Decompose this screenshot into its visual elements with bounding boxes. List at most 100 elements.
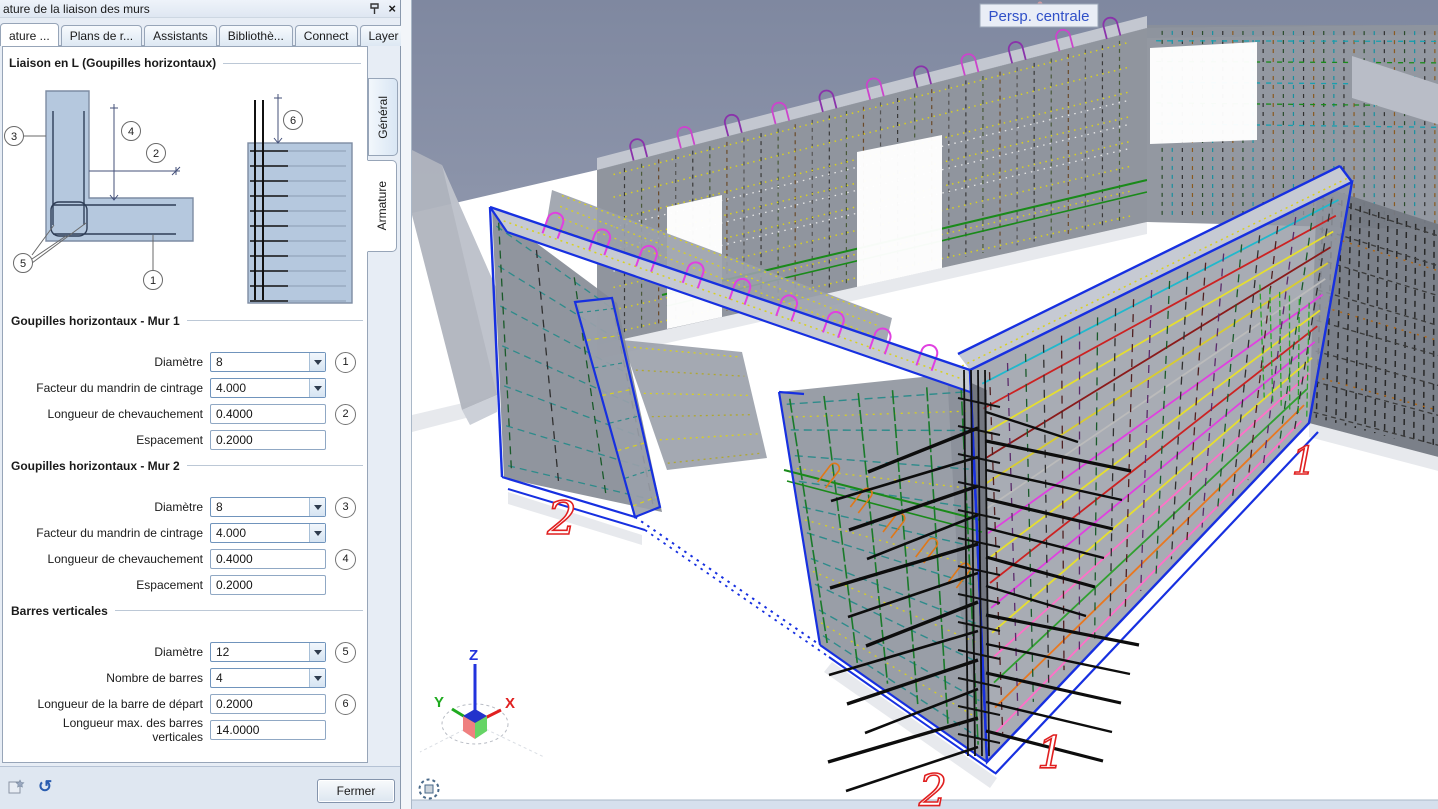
chevron-down-icon[interactable] — [309, 643, 325, 661]
svg-text:5: 5 — [20, 258, 26, 270]
axis-z-label: Z — [469, 647, 478, 664]
tab-ature[interactable]: ature ... — [0, 23, 59, 46]
tab-connect[interactable]: Connect — [295, 25, 358, 46]
diametre-mur2-label: Diamètre — [11, 500, 210, 514]
tab-assistants[interactable]: Assistants — [144, 25, 217, 46]
nombre-barres-combo[interactable]: 4 — [210, 668, 326, 688]
view-name-label: Persp. centrale — [980, 2, 1098, 28]
svg-text:4: 4 — [128, 126, 134, 138]
scene-3d — [412, 0, 1438, 800]
facteur-mandrin-mur2-combo[interactable]: 4.000 — [210, 523, 326, 543]
group-title: Goupilles horizontaux - Mur 2 — [11, 459, 180, 473]
tab-armature[interactable]: Armature — [367, 160, 397, 252]
diagram-callout: 2 — [147, 144, 166, 163]
chevron-down-icon[interactable] — [309, 353, 325, 371]
close-button[interactable]: Fermer — [317, 779, 395, 803]
diagram-callout: 4 — [122, 122, 141, 141]
armature-tab-page: Liaison en L (Goupilles horizontaux) — [2, 46, 368, 763]
section-label: 2 — [546, 491, 576, 545]
reinforcement-palette: ature de la liaison des murs × ature ...… — [0, 0, 401, 809]
longueur-chevauchement-mur1-input[interactable] — [210, 404, 326, 424]
svg-text:6: 6 — [290, 115, 296, 127]
diametre-barres-value: 12 — [211, 645, 309, 659]
group-goupilles-mur2: Goupilles horizontaux - Mur 2 Diamètre8 3 F… — [11, 458, 363, 601]
diametre-mur2-value: 8 — [211, 500, 309, 514]
diametre-barres-combo[interactable]: 12 — [210, 642, 326, 662]
callout-badge: 4 — [335, 549, 356, 570]
svg-text:1: 1 — [150, 275, 156, 287]
diametre-mur2-combo[interactable]: 8 — [210, 497, 326, 517]
group-title: Goupilles horizontaux - Mur 1 — [11, 314, 180, 328]
svg-text:2: 2 — [153, 148, 159, 160]
palette-footer: ↺ Fermer — [0, 766, 400, 809]
group-title: Barres verticales — [11, 604, 108, 618]
form-row: Espacement — [11, 575, 363, 595]
diametre-mur1-combo[interactable]: 8 — [210, 352, 326, 372]
longueur-chevauchement-mur2-label: Longueur de chevauchement — [11, 552, 210, 566]
espacement-mur1-label: Espacement — [11, 433, 210, 447]
viewport-3d[interactable]: 2 1 1 2 Persp. centrale — [412, 0, 1438, 809]
chevron-down-icon[interactable] — [309, 524, 325, 542]
svg-text:3: 3 — [11, 131, 17, 143]
facteur-mandrin-mur1-combo[interactable]: 4.000 — [210, 378, 326, 398]
diametre-mur1-label: Diamètre — [11, 355, 210, 369]
longueur-chevauchement-mur2-input[interactable] — [210, 549, 326, 569]
form-row: Nombre de barres4 — [11, 668, 363, 688]
form-row: Facteur du mandrin de cintrage4.000 — [11, 523, 363, 543]
tab-biblioth[interactable]: Bibliothè... — [219, 25, 293, 46]
callout-badge: 1 — [335, 352, 356, 373]
l-connection-diagram: 3 4 2 5 1 6 — [4, 73, 366, 313]
callout-badge: 3 — [335, 497, 356, 518]
facteur-mandrin-mur2-value: 4.000 — [211, 526, 309, 540]
longueur-chevauchement-mur1-label: Longueur de chevauchement — [11, 407, 210, 421]
nombre-barres-label: Nombre de barres — [11, 671, 210, 685]
longueur-barre-depart-label: Longueur de la barre de départ — [11, 697, 210, 711]
nombre-barres-value: 4 — [211, 671, 309, 685]
application-window: ature de la liaison des murs × ature ...… — [0, 0, 1438, 809]
diagram-callout: 1 — [144, 271, 163, 290]
palette-titlebar: ature de la liaison des murs × — [0, 0, 400, 18]
diametre-mur1-value: 8 — [211, 355, 309, 369]
chevron-down-icon[interactable] — [309, 379, 325, 397]
undo-icon[interactable]: ↺ — [38, 779, 52, 795]
facteur-mandrin-mur1-value: 4.000 — [211, 381, 309, 395]
longueur-max-barres-label: Longueur max. des barres verticales — [11, 716, 210, 744]
espacement-mur2-input[interactable] — [210, 575, 326, 595]
group-goupilles-mur1: Goupilles horizontaux - Mur 1 Diamètre8 1 F… — [11, 313, 363, 456]
facteur-mandrin-mur1-label: Facteur du mandrin de cintrage — [11, 381, 210, 395]
chevron-down-icon[interactable] — [309, 498, 325, 516]
longueur-max-barres-input[interactable] — [210, 720, 326, 740]
axis-y-label: Y — [434, 694, 444, 711]
form-row: Longueur de chevauchement 4 — [11, 549, 363, 569]
diagram-callout: 6 — [284, 111, 303, 130]
tab-general[interactable]: Général — [368, 78, 398, 156]
l-wall-shape — [46, 91, 193, 241]
section-label: 1 — [1037, 728, 1065, 779]
palette-tab-bar: ature ...Plans de r...AssistantsBiblioth… — [0, 18, 400, 46]
callout-badge: 2 — [335, 404, 356, 425]
form-row: Facteur du mandrin de cintrage4.000 — [11, 378, 363, 398]
save-favorite-icon[interactable] — [8, 779, 25, 795]
espacement-mur2-label: Espacement — [11, 578, 210, 592]
pin-icon[interactable] — [369, 3, 380, 15]
svg-text:Persp. centrale: Persp. centrale — [989, 8, 1090, 25]
diagram-callout: 5 — [14, 254, 33, 273]
close-icon[interactable]: × — [388, 1, 396, 16]
diagram-callout: 3 — [5, 127, 24, 146]
form-row: Diamètre125 — [11, 642, 363, 662]
facteur-mandrin-mur2-label: Facteur du mandrin de cintrage — [11, 526, 210, 540]
espacement-mur1-input[interactable] — [210, 430, 326, 450]
form-row: Longueur de la barre de départ6 — [11, 694, 363, 714]
palette-title: ature de la liaison des murs — [3, 2, 150, 16]
form-row: Longueur max. des barres verticales — [11, 720, 363, 740]
section-label: 2 — [918, 766, 947, 809]
chevron-down-icon[interactable] — [309, 669, 325, 687]
section-label: 1 — [1292, 439, 1316, 483]
axis-x-label: X — [505, 695, 515, 712]
form-row: Longueur de chevauchement 2 — [11, 404, 363, 424]
tab-plansder[interactable]: Plans de r... — [61, 25, 142, 46]
diametre-barres-label: Diamètre — [11, 645, 210, 659]
panel-splitter[interactable] — [401, 0, 412, 809]
form-row: Diamètre8 1 — [11, 352, 363, 372]
longueur-barre-depart-input[interactable] — [210, 694, 326, 714]
